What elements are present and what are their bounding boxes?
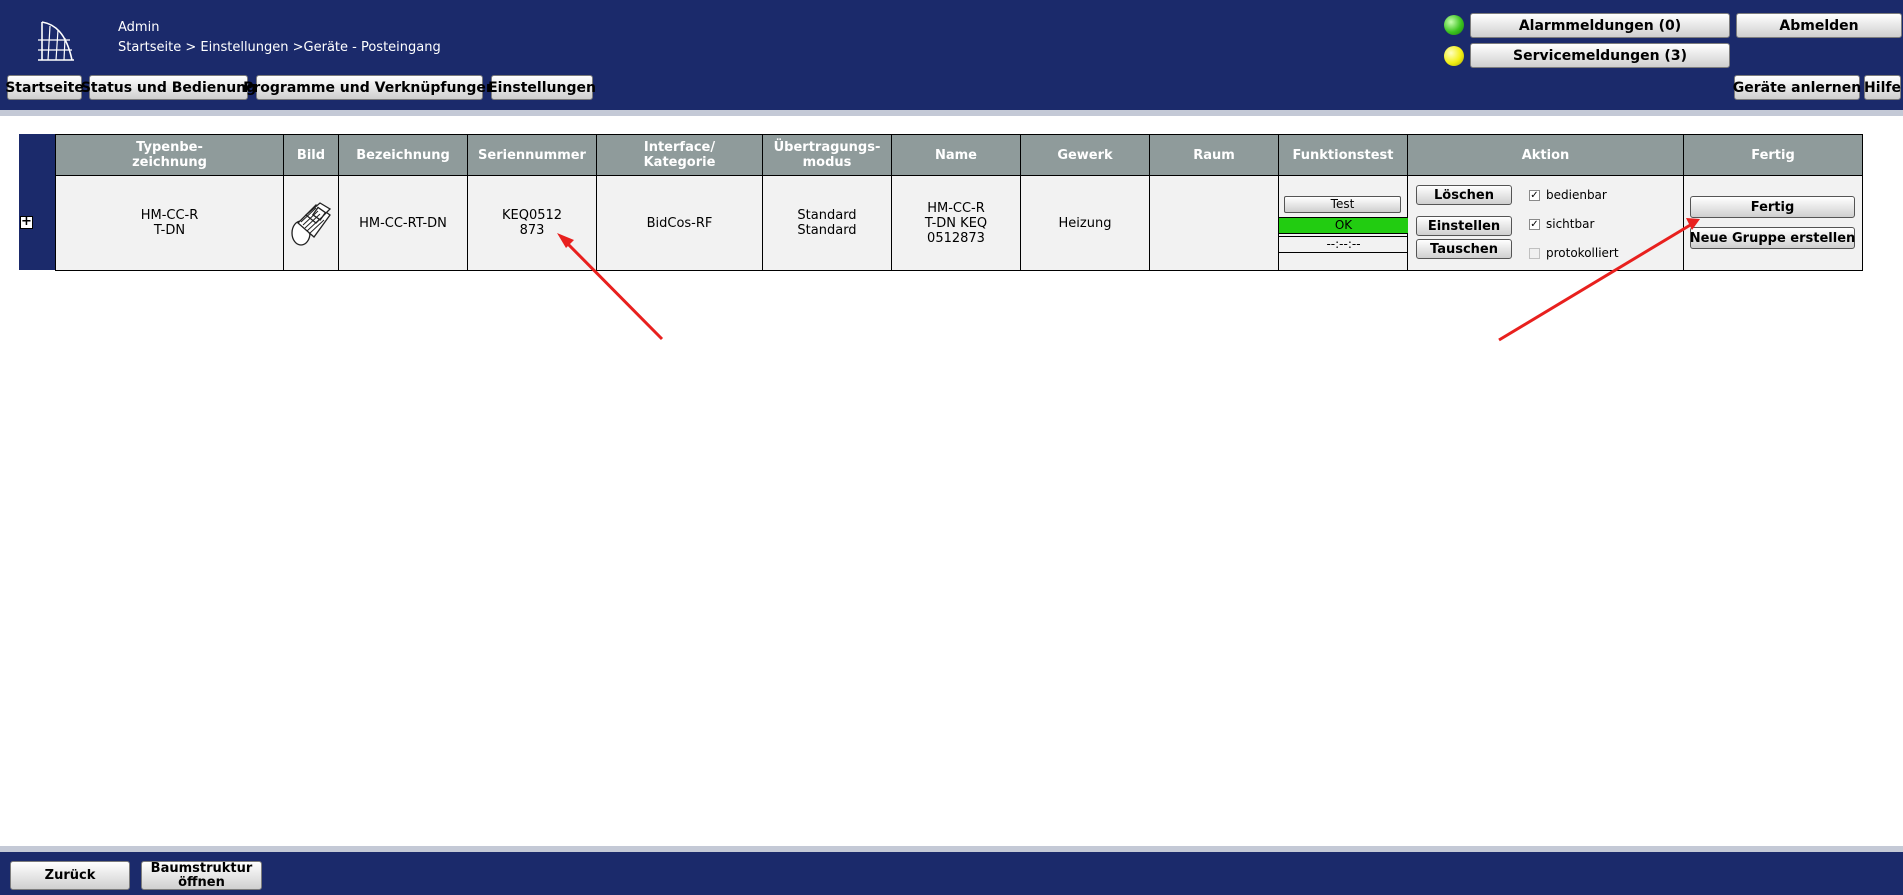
function-test-button[interactable]: Test <box>1284 196 1401 213</box>
col-header-room: Raum <box>1149 134 1279 176</box>
table-row: HM-CC-R T-DN HM-CC-RT-DN KEQ0512 873 Bid… <box>55 175 1863 271</box>
alarm-messages-button[interactable]: Alarmmeldungen (0) <box>1470 13 1730 38</box>
service-messages-button[interactable]: Servicemeldungen (3) <box>1470 43 1730 68</box>
operable-label: bedienbar <box>1546 188 1607 202</box>
cell-function-test: Test OK --:--:-- <box>1278 175 1408 271</box>
cell-interface: BidCos-RF <box>596 175 763 271</box>
operable-checkbox-row[interactable]: ✓ bedienbar <box>1529 188 1607 203</box>
configure-button[interactable]: Einstellen <box>1416 216 1512 236</box>
table-header-row: Typenbe- zeichnung Bild Bezeichnung Seri… <box>55 134 1863 176</box>
col-header-image: Bild <box>283 134 339 176</box>
cell-done: Fertig Neue Gruppe erstellen <box>1683 175 1863 271</box>
cell-name[interactable]: HM-CC-R T-DN KEQ 0512873 <box>891 175 1021 271</box>
cell-designation: HM-CC-RT-DN <box>338 175 468 271</box>
logout-button[interactable]: Abmelden <box>1736 13 1902 38</box>
operable-checkbox[interactable]: ✓ <box>1529 190 1540 201</box>
col-header-name: Name <box>891 134 1021 176</box>
cell-mode: Standard Standard <box>762 175 892 271</box>
cell-trade[interactable]: Heizung <box>1020 175 1150 271</box>
col-header-type: Typenbe- zeichnung <box>55 134 284 176</box>
nav-settings-button[interactable]: Einstellungen <box>488 75 596 100</box>
visible-checkbox-row[interactable]: ✓ sichtbar <box>1529 217 1594 232</box>
footer-bar: Zurück Baumstruktur öffnen <box>0 852 1903 895</box>
open-tree-button[interactable]: Baumstruktur öffnen <box>141 861 262 890</box>
visible-label: sichtbar <box>1546 217 1595 231</box>
table-side-bar <box>19 134 55 270</box>
cell-serial: KEQ0512 873 <box>467 175 597 271</box>
current-user: Admin <box>118 20 160 35</box>
alarm-status-led-icon <box>1444 15 1464 35</box>
logged-label: protokolliert <box>1546 246 1619 260</box>
logged-checkbox[interactable] <box>1529 248 1540 259</box>
header-bar: Admin Startseite > Einstellungen >Geräte… <box>0 0 1903 110</box>
homematic-logo-icon <box>38 21 74 61</box>
visible-checkbox[interactable]: ✓ <box>1529 219 1540 230</box>
cell-action: Löschen Einstellen Tauschen ✓ bedienbar ✓… <box>1407 175 1684 271</box>
col-header-designation: Bezeichnung <box>338 134 468 176</box>
thermostat-valve-icon <box>291 202 332 246</box>
function-test-status: OK <box>1279 217 1408 234</box>
col-header-trade: Gewerk <box>1020 134 1150 176</box>
new-group-button[interactable]: Neue Gruppe erstellen <box>1690 227 1855 249</box>
done-button[interactable]: Fertig <box>1690 196 1855 218</box>
logged-checkbox-row[interactable]: protokolliert <box>1529 246 1619 261</box>
help-button[interactable]: Hilfe <box>1864 75 1901 100</box>
nav-status-control-button[interactable]: Status und Bedienung <box>81 75 256 100</box>
cell-image <box>283 175 339 271</box>
inbox-device-table: Typenbe- zeichnung Bild Bezeichnung Seri… <box>55 134 1863 271</box>
nav-programs-links-button[interactable]: Programme und Verknüpfungen <box>243 75 496 100</box>
col-header-serial: Seriennummer <box>467 134 597 176</box>
function-test-time: --:--:-- <box>1279 236 1408 253</box>
expand-plus-icon[interactable]: + <box>20 215 33 229</box>
service-status-led-icon <box>1444 46 1464 66</box>
header-divider <box>0 110 1903 116</box>
col-header-mode: Übertragungs- modus <box>762 134 892 176</box>
col-header-interface: Interface/ Kategorie <box>596 134 763 176</box>
cell-room[interactable] <box>1149 175 1279 271</box>
back-button[interactable]: Zurück <box>10 861 130 890</box>
col-header-done: Fertig <box>1683 134 1863 176</box>
nav-start-button[interactable]: Startseite <box>5 75 84 100</box>
breadcrumb: Startseite > Einstellungen >Geräte - Pos… <box>118 40 441 55</box>
delete-button[interactable]: Löschen <box>1416 185 1512 205</box>
teach-in-devices-button[interactable]: Geräte anlernen <box>1733 75 1861 100</box>
col-header-action: Aktion <box>1407 134 1684 176</box>
replace-button[interactable]: Tauschen <box>1416 239 1512 259</box>
cell-type-name: HM-CC-R T-DN <box>55 175 284 271</box>
col-header-function-test: Funktionstest <box>1278 134 1408 176</box>
